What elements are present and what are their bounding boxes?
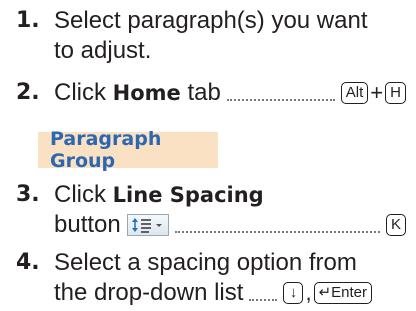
down-arrow-key: ↓ [283,282,304,304]
step-text: Click [54,79,106,106]
alt-key: Alt [340,82,369,104]
step-number: 3. [16,182,40,207]
dot-leader [226,85,335,101]
comma: , [305,280,312,305]
step-number: 4. [16,250,40,275]
step-4: 4. Select a spacing option from the drop… [16,248,406,308]
paragraph-group-bar: Paragraph Group [38,128,218,172]
step-text: Click [54,181,106,208]
dot-leader [249,285,278,301]
step-2: 2. Click Home tab Alt + H [16,78,406,108]
line-spacing-icon [126,214,169,236]
enter-key: ↵Enter [313,282,372,304]
home-tab-label: Home [112,81,181,105]
step-1: 1. Select paragraph(s) you want to adjus… [16,6,406,66]
instruction-page: 1. Select paragraph(s) you want to adjus… [0,0,416,311]
k-key: K [385,214,406,236]
step-3: 3. Click Line Spacing button K [16,180,406,240]
step-text: button [54,211,121,238]
dot-leader [174,217,380,233]
step-text-line1: Select a spacing option from [54,249,357,276]
step-number: 1. [16,8,40,33]
step-text: tab [187,79,221,106]
h-key: H [385,82,406,104]
step-text-line2: the drop-down list [54,279,244,306]
plus-sign: + [370,80,384,105]
line-spacing-label: Line Spacing [112,183,264,207]
step-text-line2: to adjust. [54,37,152,64]
step-text-line1: Select paragraph(s) you want [54,7,368,34]
paragraph-group-label: Paragraph Group [50,128,162,172]
step-number: 2. [16,80,40,105]
